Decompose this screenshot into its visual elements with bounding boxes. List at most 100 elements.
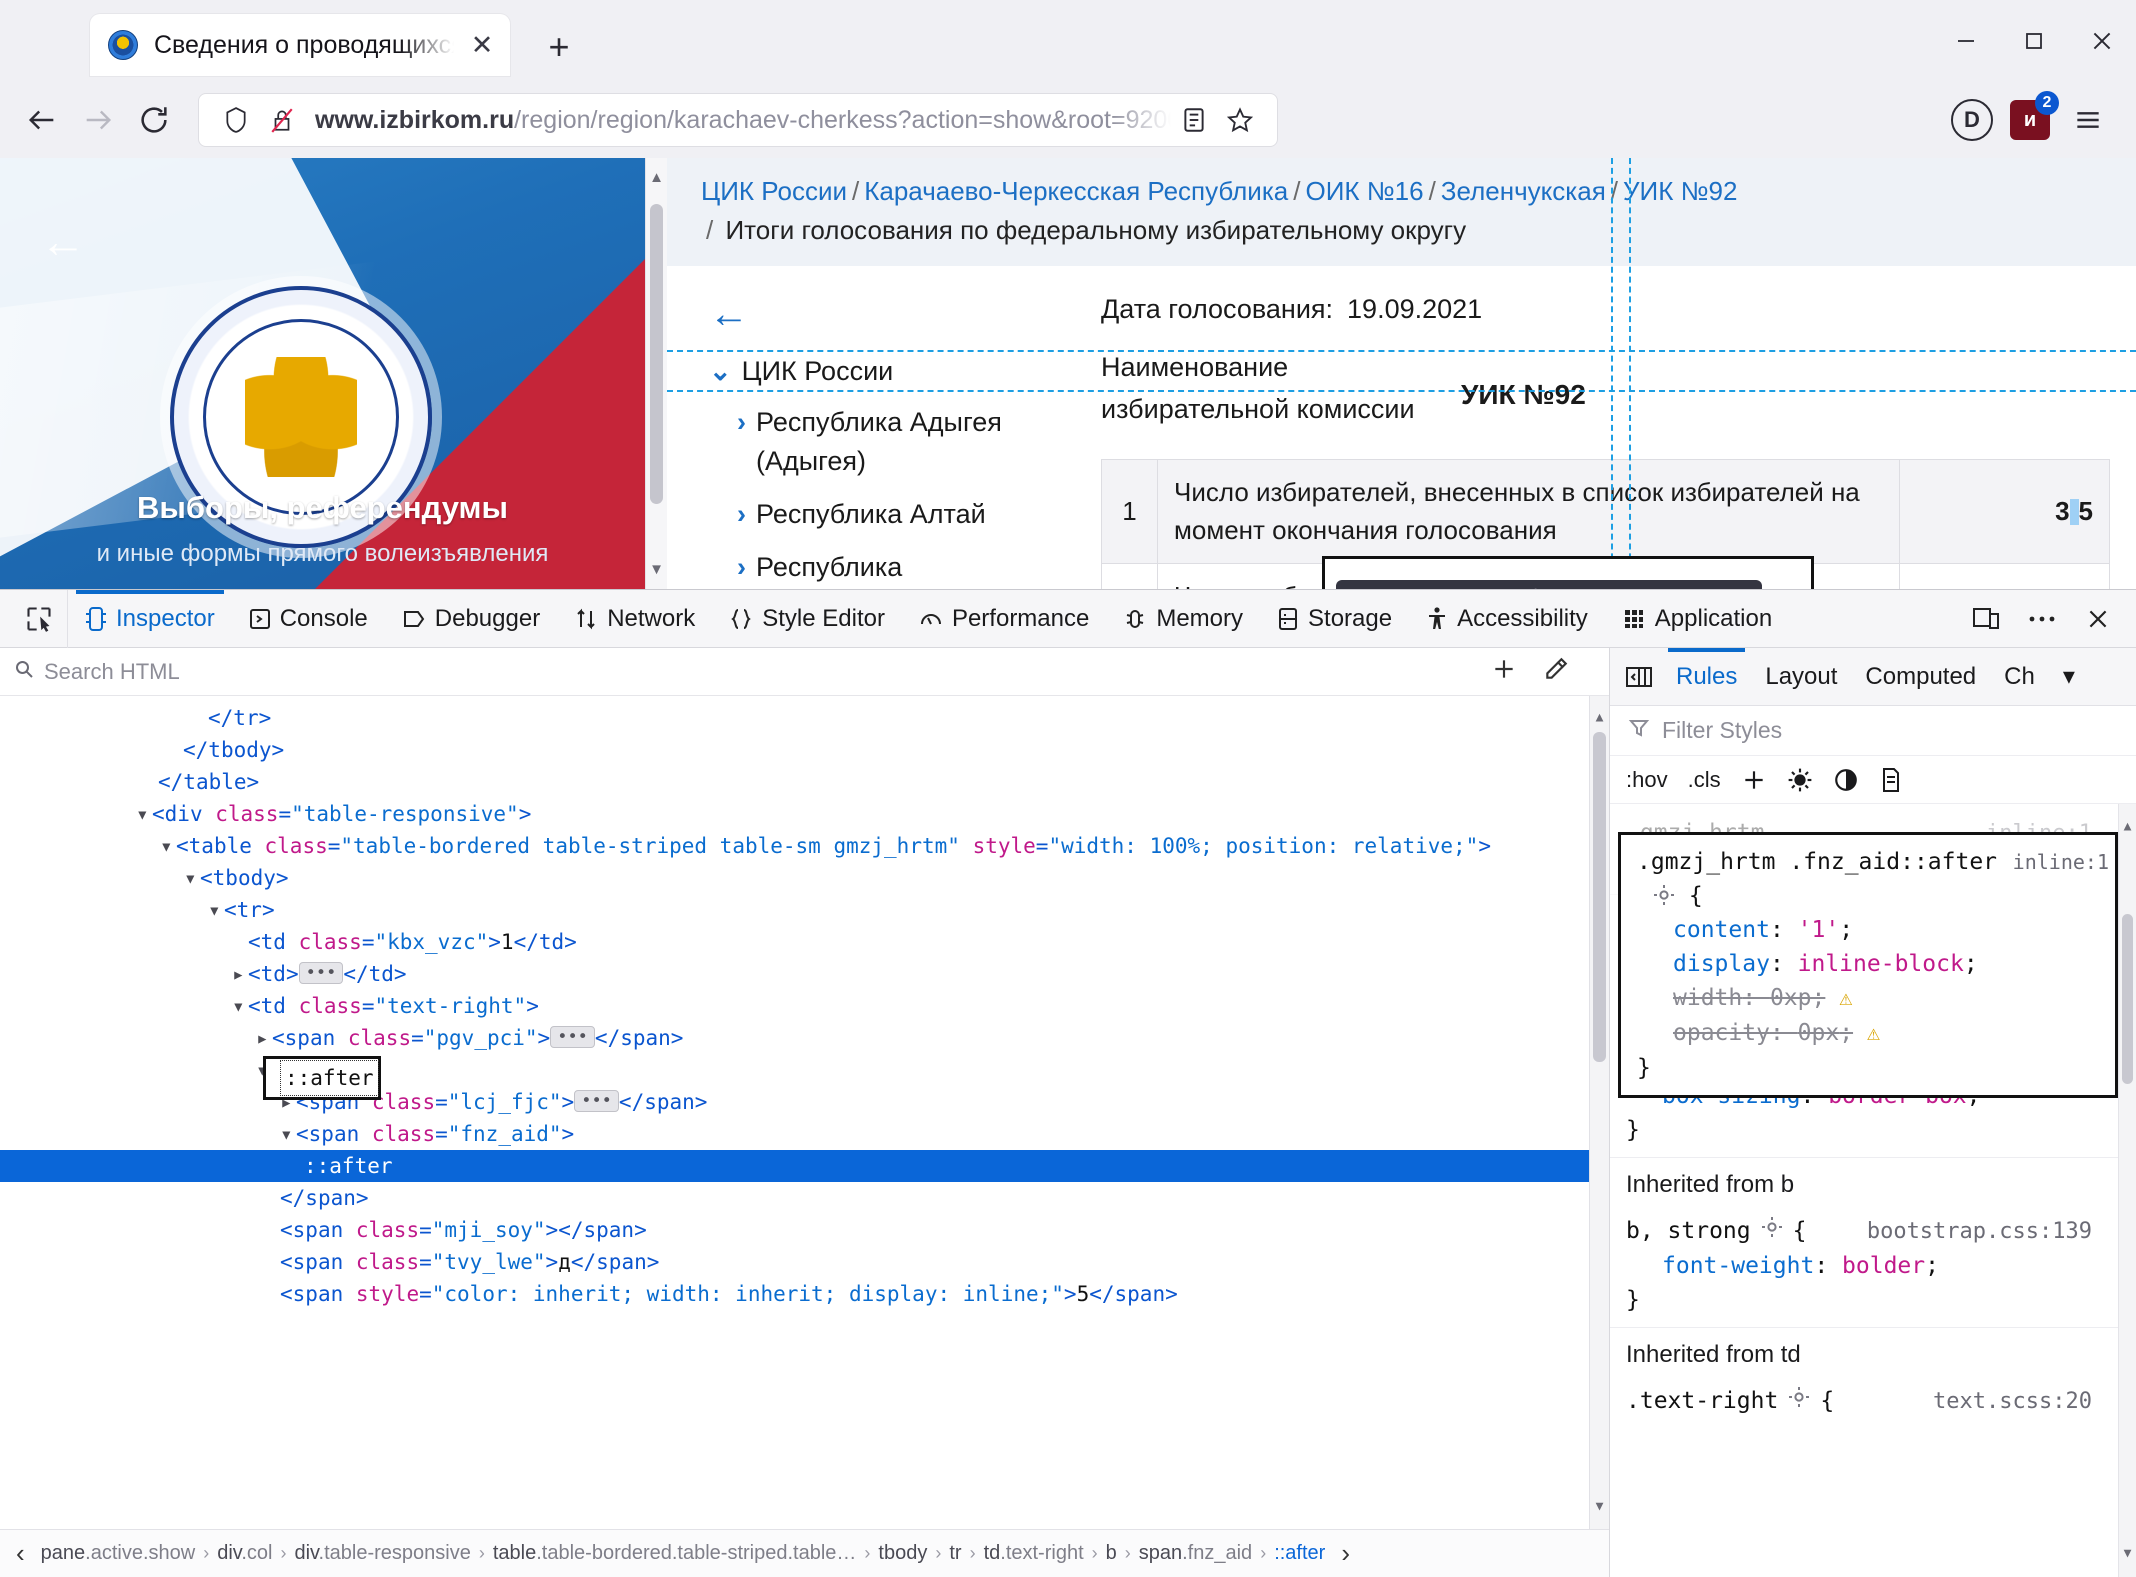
markup-line[interactable]: ▾<table class="table-bordered table-stri… <box>0 830 1609 862</box>
markup-scrollbar[interactable]: ▲ ▼ <box>1589 696 1609 1529</box>
gear-icon[interactable] <box>1653 882 1675 904</box>
maximize-button[interactable] <box>2000 0 2068 82</box>
markup-line[interactable]: ▾<tbody> <box>0 862 1609 894</box>
tab-console[interactable]: Console <box>232 590 385 648</box>
markup-line[interactable]: <span class="tvy_lwe">д</span> <box>0 1246 1609 1278</box>
tab-accessibility[interactable]: Accessibility <box>1409 590 1605 648</box>
chevron-right-icon[interactable]: › <box>737 495 746 534</box>
collapsed-children-icon[interactable]: ••• <box>574 1090 619 1112</box>
element-picker-icon[interactable] <box>10 590 68 648</box>
more-options-icon[interactable] <box>2014 590 2070 648</box>
tab-inspector[interactable]: Inspector <box>68 590 232 648</box>
bc-div-table-responsive[interactable]: div.table-responsive <box>286 1542 478 1565</box>
rule-selector[interactable]: .text-right <box>1626 1384 1778 1418</box>
breadcrumb-link-3[interactable]: Зеленчукская <box>1441 176 1606 206</box>
page-scroll-thumb[interactable] <box>650 204 663 504</box>
rules-scroll-thumb[interactable] <box>2122 914 2133 1084</box>
rules-tab-changes[interactable]: Ch <box>1990 648 2049 706</box>
markup-line-selected[interactable]: ::after <box>0 1150 1609 1182</box>
forward-button[interactable] <box>70 92 126 148</box>
breadcrumb-scroll-left-icon[interactable]: ‹ <box>8 1538 33 1569</box>
bc-td-text-right[interactable]: td.text-right <box>976 1542 1092 1565</box>
reader-mode-icon[interactable] <box>1171 97 1217 143</box>
breadcrumb-link-2[interactable]: ОИК №16 <box>1305 176 1423 206</box>
tab-network[interactable]: Network <box>557 590 712 648</box>
lock-broken-icon[interactable] <box>259 97 305 143</box>
tree-item-1[interactable]: › Республика Алтай <box>737 495 1077 534</box>
url-bar[interactable]: www.izbirkom.ru/region/region/karachaev-… <box>198 93 1278 147</box>
css-declaration[interactable]: content: '1'; <box>1637 913 2115 947</box>
close-window-button[interactable] <box>2068 0 2136 82</box>
rule-selector[interactable]: .gmzj_hrtm .fnz_aid::after <box>1637 845 1997 879</box>
hamburger-menu-icon[interactable] <box>2060 92 2116 148</box>
account-button[interactable]: D <box>1944 92 2000 148</box>
minimize-button[interactable] <box>1932 0 2000 82</box>
print-simulation-icon[interactable] <box>1879 767 1903 793</box>
markup-line[interactable]: ▸<span class="pgv_pci">•••</span> <box>0 1022 1609 1054</box>
markup-line[interactable]: ▸<td>•••</td> <box>0 958 1609 990</box>
scroll-up-icon[interactable]: ▲ <box>2119 810 2136 844</box>
scroll-up-icon[interactable]: ▲ <box>646 170 667 185</box>
css-declaration[interactable]: font-weight: bolder; <box>1626 1249 2136 1283</box>
warning-icon[interactable]: ⚠ <box>1867 1021 1880 1046</box>
scroll-down-icon[interactable]: ▼ <box>646 562 667 577</box>
breadcrumb-link-0[interactable]: ЦИК России <box>701 176 847 206</box>
css-declaration-invalid[interactable]: width: 0xp; ⚠ <box>1637 981 2115 1016</box>
chevron-down-icon[interactable]: ⌄ <box>709 356 732 387</box>
close-devtools-icon[interactable] <box>2070 590 2126 648</box>
breadcrumb-link-1[interactable]: Карачаево-Черкесская Республика <box>864 176 1288 206</box>
tree-item-2[interactable]: › Республика Башкортостан <box>737 548 1077 589</box>
markup-scroll-thumb[interactable] <box>1593 732 1606 1062</box>
light-scheme-icon[interactable] <box>1787 767 1813 793</box>
scroll-up-icon[interactable]: ▲ <box>1590 702 1609 734</box>
tree-back-arrow-icon[interactable]: ← <box>709 294 1087 334</box>
rules-tab-rules[interactable]: Rules <box>1662 648 1751 706</box>
bc-b[interactable]: b <box>1098 1542 1125 1565</box>
markup-line[interactable]: </tbody> <box>0 734 1609 766</box>
markup-line[interactable]: ▾<tr> <box>0 894 1609 926</box>
rule-source[interactable]: inline:1 <box>2013 845 2109 879</box>
tree-root-item[interactable]: ⌄ ЦИК России <box>709 356 1087 387</box>
markup-line[interactable]: ▾<td class="text-right"> <box>0 990 1609 1022</box>
markup-line[interactable]: </table> <box>0 766 1609 798</box>
collapsed-children-icon[interactable]: ••• <box>550 1026 595 1048</box>
tab-memory[interactable]: Memory <box>1106 590 1260 648</box>
gear-icon[interactable] <box>1788 1384 1810 1406</box>
bc-span-fnz-aid[interactable]: span.fnz_aid <box>1131 1542 1260 1565</box>
rules-tab-computed[interactable]: Computed <box>1851 648 1990 706</box>
rules-scrollbar[interactable]: ▲ ▼ <box>2118 804 2136 1577</box>
scroll-down-icon[interactable]: ▼ <box>2119 1537 2136 1571</box>
markup-line[interactable]: ▾<div class="table-responsive"> <box>0 798 1609 830</box>
markup-line[interactable]: ▸<span class="lcj_fjc">•••</span> <box>0 1086 1609 1118</box>
star-icon[interactable] <box>1217 97 1263 143</box>
rules-list[interactable]: .gmzj_hrtm .fnz_aid::after inline:1 *, :… <box>1610 804 2136 1577</box>
browser-tab[interactable]: Сведения о проводящихся вы ✕ <box>90 14 510 76</box>
chevron-right-icon[interactable]: › <box>737 403 746 442</box>
tree-item-0[interactable]: › Республика Адыгея (Адыгея) <box>737 403 1077 481</box>
rule-selector[interactable]: b, strong <box>1626 1214 1751 1248</box>
breadcrumb-scroll-right-icon[interactable]: › <box>1333 1538 1358 1569</box>
class-toggle-button[interactable]: .cls <box>1688 767 1721 793</box>
search-input[interactable]: Search HTML <box>44 659 180 685</box>
tab-close-icon[interactable]: ✕ <box>464 27 500 63</box>
markup-line[interactable]: </tr> <box>0 702 1609 734</box>
markup-line[interactable]: <td class="kbx_vzc">1</td> <box>0 926 1609 958</box>
extension-button[interactable]: и 2 <box>2002 92 2058 148</box>
tab-debugger[interactable]: Debugger <box>385 590 557 648</box>
markup-line[interactable]: </span> <box>0 1182 1609 1214</box>
bc-after[interactable]: ::after <box>1266 1542 1333 1565</box>
tab-style-editor[interactable]: Style Editor <box>712 590 902 648</box>
chevron-right-icon[interactable]: › <box>737 548 746 587</box>
add-rule-icon[interactable] <box>1741 767 1767 793</box>
filter-styles-input[interactable]: Filter Styles <box>1662 717 1782 744</box>
rules-tab-overflow-icon[interactable]: ▾ <box>2049 648 2079 706</box>
tab-performance[interactable]: Performance <box>902 590 1106 648</box>
css-declaration-invalid[interactable]: opacity: 0px; ⚠ <box>1637 1016 2115 1051</box>
rule-source[interactable]: text.scss:20 <box>1933 1385 2136 1419</box>
url-text[interactable]: www.izbirkom.ru/region/region/karachaev-… <box>315 106 1171 135</box>
tab-storage[interactable]: Storage <box>1260 590 1409 648</box>
markup-line[interactable]: ▾<span class="fnz_aid"> <box>0 1118 1609 1150</box>
add-node-icon[interactable] <box>1491 656 1517 687</box>
three-pane-toggle-icon[interactable] <box>1616 648 1662 706</box>
bc-table[interactable]: table.table-bordered.table-striped.table… <box>485 1542 865 1565</box>
